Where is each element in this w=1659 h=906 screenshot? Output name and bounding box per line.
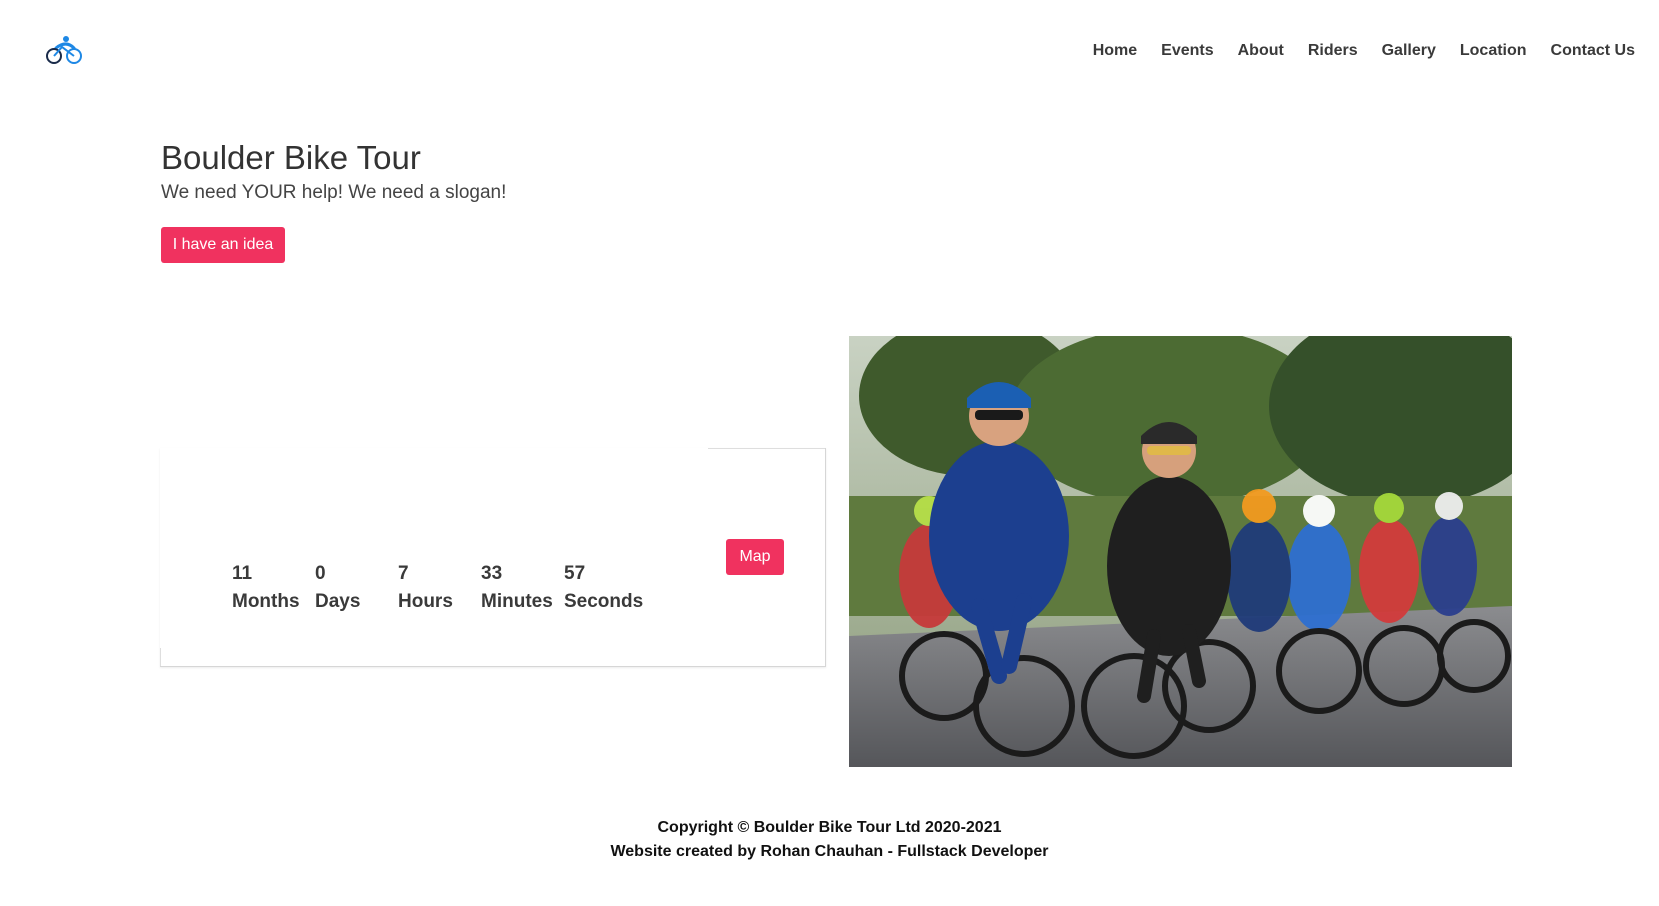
countdown-value: 57 xyxy=(564,563,586,584)
footer-copyright: Copyright © Boulder Bike Tour Ltd 2020-2… xyxy=(657,819,1002,836)
countdown-value: 11 xyxy=(232,563,253,584)
nav-riders[interactable]: Riders xyxy=(1308,42,1358,60)
countdown-label: Seconds xyxy=(564,591,644,612)
hero-subtitle: We need YOUR help! We need a slogan! xyxy=(161,182,507,203)
countdown-label: Hours xyxy=(398,591,453,612)
nav-events[interactable]: Events xyxy=(1161,42,1213,60)
countdown-value: 0 xyxy=(315,563,326,584)
countdown-card: 11 Months 0 Days 7 Hours 33 Minutes 57 S… xyxy=(160,448,826,667)
hero-section: Boulder Bike Tour We need YOUR help! We … xyxy=(161,138,507,263)
navbar: Home Events About Riders Gallery Locatio… xyxy=(0,0,1659,106)
countdown-value: 7 xyxy=(398,563,409,584)
countdown-value: 33 xyxy=(481,563,503,584)
countdown-months: 11 Months xyxy=(232,560,315,616)
nav-about[interactable]: About xyxy=(1238,42,1284,60)
page-title: Boulder Bike Tour xyxy=(161,139,421,176)
countdown-seconds: 57 Seconds xyxy=(564,560,647,616)
countdown-timer: 11 Months 0 Days 7 Hours 33 Minutes 57 S… xyxy=(232,560,647,616)
countdown-label: Months xyxy=(232,591,300,612)
countdown-label: Days xyxy=(315,591,361,612)
nav-menu: Home Events About Riders Gallery Locatio… xyxy=(1093,42,1635,60)
map-button[interactable]: Map xyxy=(726,539,784,575)
footer: Copyright © Boulder Bike Tour Ltd 2020-2… xyxy=(0,816,1659,864)
countdown-label: Minutes xyxy=(481,591,553,612)
idea-button[interactable]: I have an idea xyxy=(161,227,285,263)
nav-home[interactable]: Home xyxy=(1093,42,1137,60)
cyclists-racing-photo xyxy=(849,336,1512,767)
countdown-days: 0 Days xyxy=(315,560,398,616)
countdown-hours: 7 Hours xyxy=(398,560,481,616)
footer-credit: Website created by Rohan Chauhan - Fulls… xyxy=(610,843,1049,860)
countdown-minutes: 33 Minutes xyxy=(481,560,564,616)
card-divider xyxy=(708,448,825,449)
nav-location[interactable]: Location xyxy=(1460,42,1527,60)
bicycle-logo-icon[interactable] xyxy=(44,34,84,66)
card-divider xyxy=(160,648,161,666)
nav-contact-us[interactable]: Contact Us xyxy=(1551,42,1635,60)
nav-gallery[interactable]: Gallery xyxy=(1382,42,1436,60)
